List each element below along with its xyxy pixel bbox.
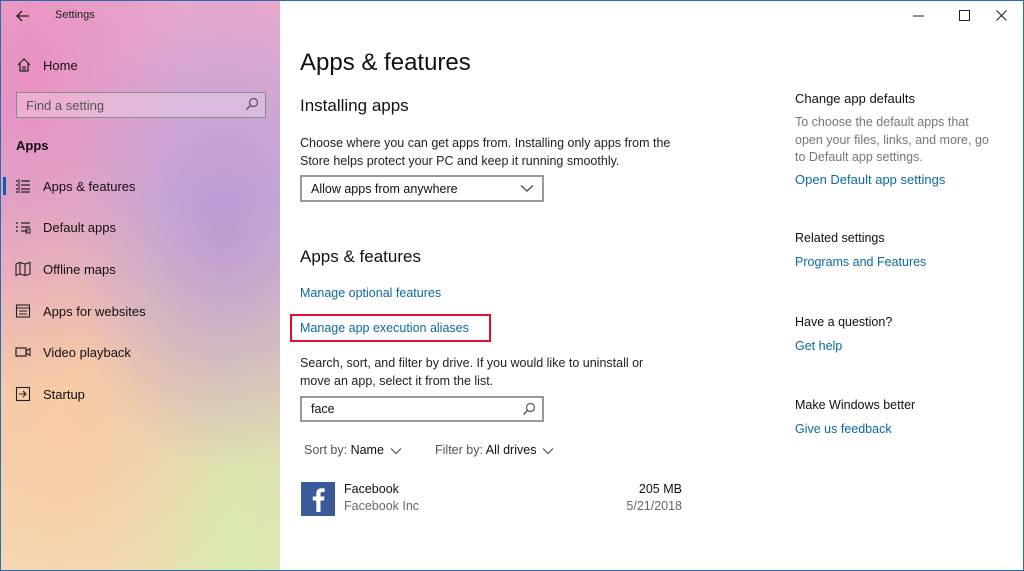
description-line: Choose where you can get apps from. Inst… xyxy=(300,136,671,150)
nav-home[interactable]: Home xyxy=(15,55,78,75)
default-apps-icon xyxy=(16,222,31,234)
offline-maps-icon xyxy=(15,261,31,277)
chevron-down-icon xyxy=(543,447,554,455)
manage-optional-features-link[interactable]: Manage optional features xyxy=(300,286,441,300)
sort-label: Sort by: xyxy=(304,443,348,457)
search-value: face xyxy=(311,402,335,416)
sidebar-item-label: Apps & features xyxy=(43,179,136,194)
installing-apps-description: Choose where you can get apps from. Inst… xyxy=(300,134,700,170)
sidebar-item-label: Offline maps xyxy=(43,262,116,277)
app-list-item[interactable]: Facebook Facebook Inc 205 MB 5/21/2018 xyxy=(300,479,682,519)
sidebar-item-video-playback[interactable]: Video playback xyxy=(1,337,280,367)
change-app-defaults-heading: Change app defaults xyxy=(795,91,915,106)
have-a-question-heading: Have a question? xyxy=(795,315,893,329)
sidebar-item-label: Apps for websites xyxy=(43,304,146,319)
highlight-annotation-box xyxy=(290,314,491,342)
search-icon xyxy=(523,402,536,415)
sort-by-dropdown[interactable]: Sort by: Name xyxy=(304,443,402,457)
app-publisher: Facebook Inc xyxy=(344,499,420,513)
sidebar: Settings Home Find a setting Apps Apps &… xyxy=(1,1,280,570)
description-line: move an app, select it from the list. xyxy=(300,374,494,388)
dropdown-value: Allow apps from anywhere xyxy=(311,182,458,196)
sidebar-item-offline-maps[interactable]: Offline maps xyxy=(1,254,280,284)
selected-indicator xyxy=(3,177,6,195)
chevron-down-icon xyxy=(520,185,534,192)
filter-label: Filter by: xyxy=(435,443,483,457)
apps-features-icon xyxy=(16,179,30,193)
sidebar-item-label: Video playback xyxy=(43,345,131,360)
installing-apps-heading: Installing apps xyxy=(300,96,409,115)
filter-value: All drives xyxy=(485,443,537,457)
search-icon xyxy=(246,97,259,110)
give-us-feedback-link[interactable]: Give us feedback xyxy=(795,422,892,436)
app-name: Facebook xyxy=(344,482,399,496)
app-title: Settings xyxy=(55,9,95,21)
chevron-down-icon xyxy=(390,447,402,455)
app-install-date: 5/21/2018 xyxy=(626,499,682,513)
install-source-dropdown[interactable]: Allow apps from anywhere xyxy=(300,175,544,202)
sidebar-item-default-apps[interactable]: Default apps xyxy=(1,212,280,242)
filter-by-dropdown[interactable]: Filter by: All drives xyxy=(435,443,554,457)
apps-for-websites-icon xyxy=(15,304,31,318)
page-title: Apps & features xyxy=(300,49,471,76)
apps-search-input[interactable]: face xyxy=(300,396,544,422)
search-placeholder: Find a setting xyxy=(26,98,105,113)
settings-window: Settings Home Find a setting Apps Apps &… xyxy=(0,0,1024,571)
find-setting-input[interactable]: Find a setting xyxy=(16,92,266,118)
apps-features-heading: Apps & features xyxy=(300,247,421,266)
related-settings-heading: Related settings xyxy=(795,231,885,245)
main-content: Apps & features Installing apps Choose w… xyxy=(280,1,1023,570)
sort-value: Name xyxy=(350,443,384,457)
home-icon xyxy=(17,58,31,72)
sidebar-item-apps-features[interactable]: Apps & features xyxy=(1,171,280,201)
description-line: Store helps protect your PC and keep it … xyxy=(300,154,620,168)
get-help-link[interactable]: Get help xyxy=(795,339,842,353)
apps-list-description: Search, sort, and filter by drive. If yo… xyxy=(300,354,700,390)
sidebar-item-startup[interactable]: Startup xyxy=(1,379,280,409)
startup-icon xyxy=(15,386,31,402)
app-size: 205 MB xyxy=(638,482,682,496)
sidebar-item-apps-for-websites[interactable]: Apps for websites xyxy=(1,296,280,326)
open-default-app-settings-link[interactable]: Open Default app settings xyxy=(795,172,945,187)
back-button[interactable] xyxy=(11,6,35,26)
description-line: Search, sort, and filter by drive. If yo… xyxy=(300,356,644,370)
sidebar-titlebar: Settings xyxy=(1,1,280,31)
section-heading-apps: Apps xyxy=(16,138,49,153)
sidebar-item-label: Default apps xyxy=(43,220,116,235)
facebook-logo-icon xyxy=(301,482,335,516)
back-arrow-icon xyxy=(16,10,29,22)
change-app-defaults-description: To choose the default apps that open you… xyxy=(795,114,1010,167)
description-line: open your files, links, and more, go xyxy=(795,132,989,147)
description-line: To choose the default apps that xyxy=(795,115,969,129)
make-windows-better-heading: Make Windows better xyxy=(795,398,916,412)
video-playback-icon xyxy=(15,347,31,357)
description-line: to Default app settings. xyxy=(795,150,923,164)
nav-home-label: Home xyxy=(43,57,78,73)
sidebar-item-label: Startup xyxy=(43,387,85,402)
programs-and-features-link[interactable]: Programs and Features xyxy=(795,255,926,269)
